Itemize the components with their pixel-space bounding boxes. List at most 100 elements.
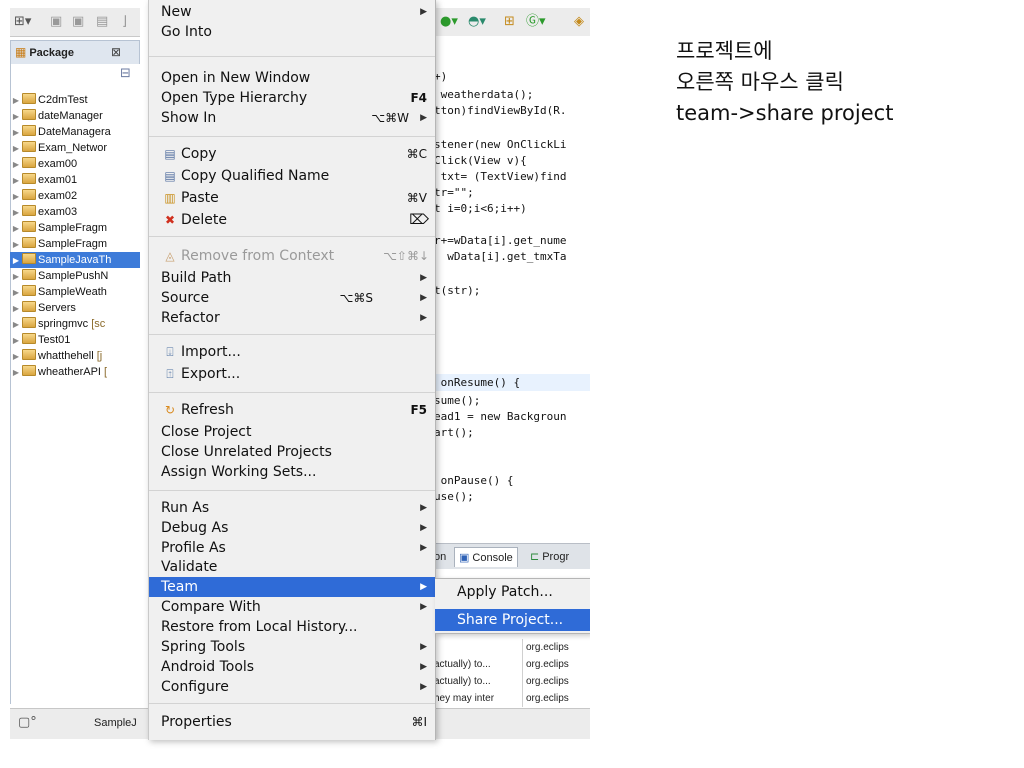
menu-item-refresh[interactable]: ↻ Refresh F5 (149, 400, 435, 420)
external-tools-icon[interactable]: ◓▾ (468, 13, 486, 31)
expand-arrow-icon[interactable]: ▶ (10, 365, 22, 380)
project-icon (22, 157, 36, 168)
menu-item-refactor[interactable]: Refactor ▶ (149, 308, 435, 328)
table-row[interactable]: hey may inter org.eclips (434, 690, 590, 707)
menu-item-copy-qualified-name[interactable]: ▤ Copy Qualified Name (149, 166, 435, 186)
menu-item-export[interactable]: ⍐ Export... (149, 364, 435, 384)
expand-arrow-icon[interactable]: ▶ (10, 301, 22, 316)
list-item[interactable]: ▶ Exam_Networ (10, 140, 140, 156)
expand-arrow-icon[interactable]: ▶ (10, 333, 22, 348)
expand-arrow-icon[interactable]: ▶ (10, 253, 22, 268)
project-icon (22, 349, 36, 360)
expand-arrow-icon[interactable]: ▶ (10, 285, 22, 300)
menu-separator (149, 490, 435, 491)
list-item[interactable]: ▶ SampleWeath (10, 284, 140, 300)
tab-package-explorer[interactable]: ▦ Package ⊠ (10, 40, 140, 64)
menu-item-team[interactable]: Team ▶ (149, 577, 435, 597)
list-item[interactable]: ▶ SamplePushN (10, 268, 140, 284)
menu-item-debug-as[interactable]: Debug As ▶ (149, 518, 435, 538)
menu-item-shortcut: F5 (410, 403, 427, 417)
menu-item-restore-history[interactable]: Restore from Local History... (149, 617, 435, 637)
expand-arrow-icon[interactable]: ▶ (10, 205, 22, 220)
menu-item-source[interactable]: Source ⌥⌘S ▶ (149, 288, 435, 308)
menu-item-configure[interactable]: Configure ▶ (149, 677, 435, 697)
menu-item-build-path[interactable]: Build Path ▶ (149, 268, 435, 288)
menu-item-paste[interactable]: ▥ Paste ⌘V (149, 188, 435, 208)
menu-item-import[interactable]: ⍗ Import... (149, 342, 435, 362)
menu-item-open-type-hierarchy[interactable]: Open Type Hierarchy F4 (149, 88, 435, 108)
list-item[interactable]: ▶ SampleFragm (10, 220, 140, 236)
expand-arrow-icon[interactable]: ▶ (10, 237, 22, 252)
submenu-arrow-icon: ▶ (420, 642, 427, 652)
expand-arrow-icon[interactable]: ▶ (10, 317, 22, 332)
menu-item-validate[interactable]: Validate (149, 557, 435, 577)
menu-item-properties[interactable]: Properties ⌘I (149, 712, 435, 732)
expand-arrow-icon[interactable]: ▶ (10, 125, 22, 140)
expand-arrow-icon[interactable]: ▶ (10, 157, 22, 172)
annotation-line: 프로젝트에 (676, 39, 773, 63)
menu-item-delete[interactable]: ✖ Delete ⌦ (149, 210, 435, 230)
menu-item-label: Share Project... (457, 612, 564, 628)
tab-progress[interactable]: ⊏ Progr (530, 547, 569, 567)
expand-arrow-icon[interactable]: ▶ (10, 93, 22, 108)
list-item[interactable]: ▶ exam03 (10, 204, 140, 220)
open-type-icon[interactable]: ◈ (574, 13, 584, 31)
table-row[interactable]: actually) to... org.eclips (434, 673, 590, 690)
menu-item-remove-from-context[interactable]: ◬ Remove from Context ⌥⇧⌘↓ (149, 246, 435, 266)
table-row[interactable]: org.eclips (434, 639, 590, 656)
menu-item-show-in[interactable]: Show In ⌥⌘W ▶ (149, 108, 435, 128)
tab-console[interactable]: ▣ Console (454, 547, 518, 567)
save-icon[interactable]: ▣ (50, 13, 62, 31)
list-item[interactable]: ▶ DateManagera (10, 124, 140, 140)
menu-item-new[interactable]: New ▶ (149, 2, 435, 22)
save-all-icon[interactable]: ▣ (72, 13, 84, 31)
menu-item-copy[interactable]: ▤ Copy ⌘C (149, 144, 435, 164)
menu-item-label: Copy Qualified Name (181, 168, 330, 184)
expand-arrow-icon[interactable]: ▶ (10, 109, 22, 124)
code-editor[interactable]: +) weatherdata(); tton)findViewById(R. s… (434, 36, 590, 541)
main-toolbar-left: ⊞▾ ▣ ▣ ▤ ⌋ (10, 8, 140, 37)
expand-arrow-icon[interactable]: ▶ (10, 141, 22, 156)
list-item[interactable]: ▶ exam02 (10, 188, 140, 204)
expand-arrow-icon[interactable]: ▶ (10, 221, 22, 236)
menu-item-open-new-window[interactable]: Open in New Window (149, 68, 435, 88)
new-class-icon[interactable]: Ⓖ▾ (526, 13, 546, 31)
menu-item-android-tools[interactable]: Android Tools ▶ (149, 657, 435, 677)
menu-item-compare-with[interactable]: Compare With ▶ (149, 597, 435, 617)
menu-item-share-project[interactable]: Share Project... (435, 609, 590, 631)
list-item[interactable]: ▶ C2dmTest (10, 92, 140, 108)
submenu-arrow-icon: ▶ (420, 543, 427, 553)
new-wizard-icon[interactable]: ⊞▾ (14, 13, 31, 31)
list-item[interactable]: ▶ exam01 (10, 172, 140, 188)
list-item-selected[interactable]: ▶ SampleJavaTh (10, 252, 140, 268)
list-item[interactable]: ▶ Servers (10, 300, 140, 316)
list-item[interactable]: ▶ SampleFragm (10, 236, 140, 252)
new-window-icon[interactable]: ▢° (18, 715, 37, 730)
list-item[interactable]: ▶ dateManager (10, 108, 140, 124)
list-item[interactable]: ▶ exam00 (10, 156, 140, 172)
menu-separator (149, 334, 435, 335)
menu-item-run-as[interactable]: Run As ▶ (149, 498, 435, 518)
expand-arrow-icon[interactable]: ▶ (10, 349, 22, 364)
menu-item-assign-working-sets[interactable]: Assign Working Sets... (149, 462, 435, 482)
expand-arrow-icon[interactable]: ▶ (10, 189, 22, 204)
expand-arrow-icon[interactable]: ▶ (10, 173, 22, 188)
menu-item-close-unrelated[interactable]: Close Unrelated Projects (149, 442, 435, 462)
run-icon[interactable]: ●▾ (440, 13, 458, 31)
expand-arrow-icon[interactable]: ▶ (10, 269, 22, 284)
menu-item-close-project[interactable]: Close Project (149, 422, 435, 442)
table-row[interactable]: actually) to... org.eclips (434, 656, 590, 673)
menu-item-apply-patch[interactable]: Apply Patch... (435, 581, 590, 603)
print-icon[interactable]: ▤ (96, 13, 108, 31)
menu-item-spring-tools[interactable]: Spring Tools ▶ (149, 637, 435, 657)
menu-item-go-into[interactable]: Go Into (149, 22, 435, 42)
list-item[interactable]: ▶ whatthehell [j (10, 348, 140, 364)
list-item[interactable]: ▶ springmvc [sc (10, 316, 140, 332)
close-icon[interactable]: ⊠ (111, 41, 121, 63)
new-java-project-icon[interactable]: ⊞ (504, 13, 515, 31)
collapse-all-icon[interactable]: ⊟ (120, 66, 131, 81)
list-item[interactable]: ▶ Test01 (10, 332, 140, 348)
menu-item-label: Compare With (161, 599, 261, 615)
menu-item-profile-as[interactable]: Profile As ▶ (149, 538, 435, 558)
list-item[interactable]: ▶ wheatherAPI [ (10, 364, 140, 380)
